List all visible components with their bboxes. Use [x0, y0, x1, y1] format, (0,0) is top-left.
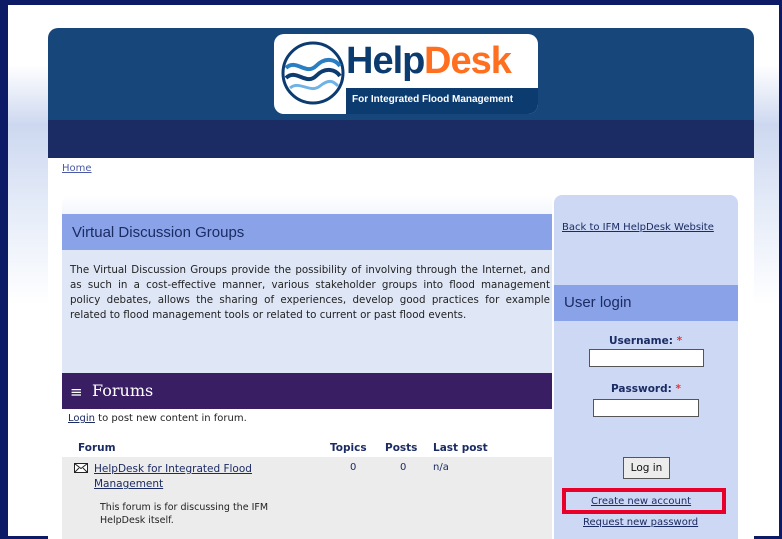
- forum-table-header: Forum Topics Posts Last post: [62, 437, 552, 457]
- logo-word-desk: Desk: [424, 40, 512, 82]
- sidebar: Back to IFM HelpDesk Website User login …: [554, 195, 738, 539]
- required-mark: *: [675, 383, 681, 395]
- forum-description: This forum is for discussing the IFM Hel…: [100, 502, 269, 526]
- login-link[interactable]: Login: [68, 413, 95, 424]
- log-in-button[interactable]: Log in: [623, 457, 670, 479]
- forums-title: Forums: [92, 381, 154, 400]
- user-login-header: User login: [554, 285, 738, 321]
- posts-count: 0: [400, 462, 407, 473]
- menu-lines-icon: ≡: [70, 383, 83, 401]
- logo-tagline: For Integrated Flood Management: [352, 94, 514, 105]
- column-header-forum: Forum: [78, 442, 116, 454]
- password-label: Password: *: [611, 383, 681, 395]
- login-note: Login to post new content in forum.: [68, 413, 247, 424]
- envelope-icon: [74, 463, 88, 473]
- last-post-value: n/a: [433, 462, 449, 473]
- forum-link[interactable]: HelpDesk for Integrated Flood Management: [94, 462, 274, 492]
- column-header-last-post: Last post: [433, 442, 488, 454]
- logo-word-help: Help: [346, 40, 425, 82]
- username-label-text: Username:: [609, 335, 673, 347]
- page-container: Help Desk For Integrated Flood Managemen…: [48, 28, 754, 539]
- table-row: HelpDesk for Integrated Flood Management…: [62, 457, 552, 539]
- site-header: Help Desk For Integrated Flood Managemen…: [48, 28, 754, 120]
- vdg-description: The Virtual Discussion Groups provide th…: [70, 264, 550, 321]
- topics-count: 0: [350, 462, 357, 473]
- username-label: Username: *: [609, 335, 682, 347]
- back-to-website-link[interactable]: Back to IFM HelpDesk Website: [562, 222, 714, 233]
- window-frame-left: [0, 0, 8, 539]
- helpdesk-logo[interactable]: Help Desk For Integrated Flood Managemen…: [274, 34, 538, 114]
- request-new-password-link[interactable]: Request new password: [583, 517, 698, 528]
- waves-logo-icon: [281, 41, 345, 105]
- create-new-account-link[interactable]: Create new account: [591, 496, 691, 507]
- username-field[interactable]: [589, 349, 704, 367]
- user-login-title: User login: [564, 294, 632, 311]
- required-mark: *: [676, 335, 683, 347]
- primary-nav-bar: [48, 120, 754, 158]
- password-label-text: Password:: [611, 383, 672, 395]
- vdg-section-header: Virtual Discussion Groups: [62, 214, 552, 250]
- forums-section-header: ≡ Forums: [62, 373, 552, 409]
- vdg-title: Virtual Discussion Groups: [72, 224, 245, 241]
- column-header-posts: Posts: [385, 442, 418, 454]
- column-header-topics: Topics: [330, 442, 367, 454]
- login-note-text: to post new content in forum.: [94, 413, 247, 424]
- breadcrumb-home-link[interactable]: Home: [62, 163, 92, 174]
- password-field[interactable]: [593, 399, 699, 417]
